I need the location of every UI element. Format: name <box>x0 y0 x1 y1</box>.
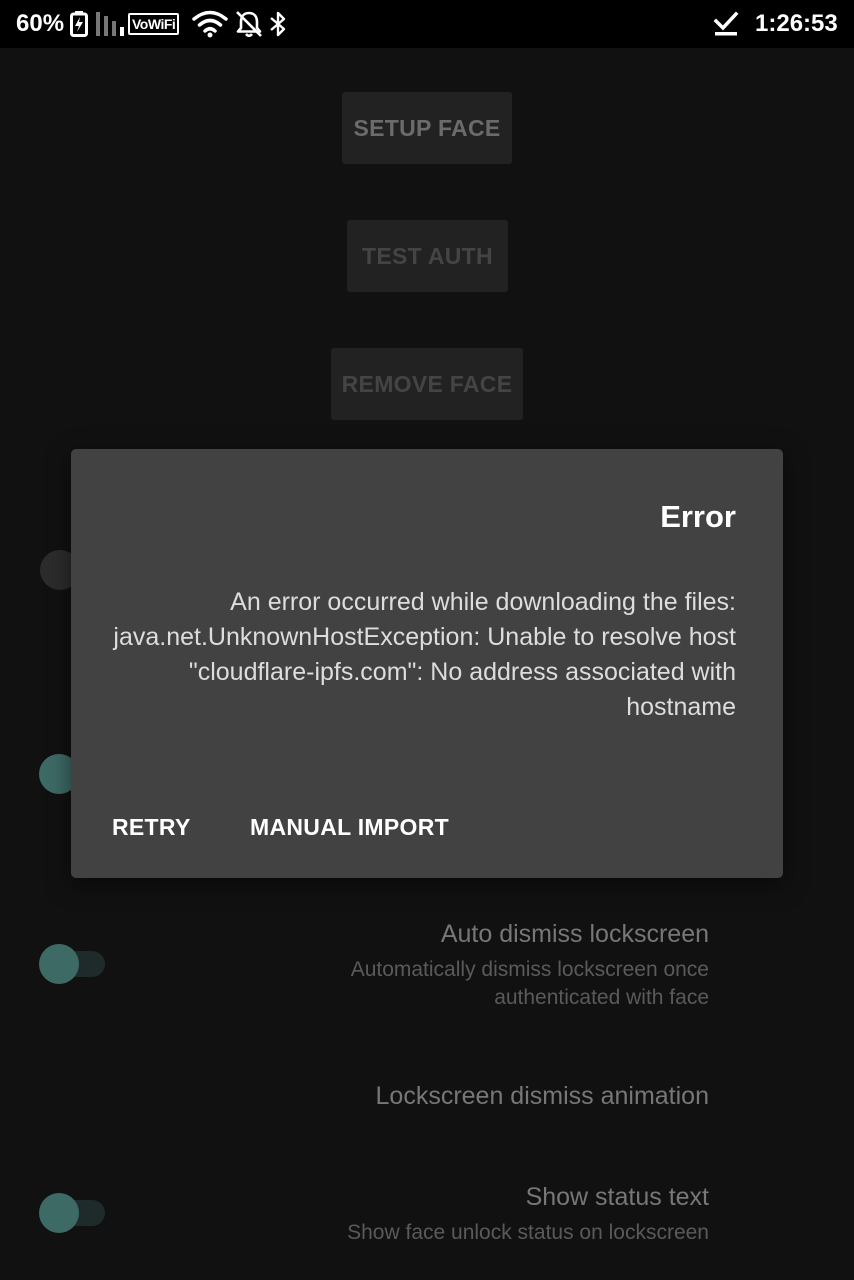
auto-dismiss-lockscreen-switch[interactable] <box>39 942 109 986</box>
test-auth-button[interactable]: TEST AUTH <box>347 220 508 292</box>
signal-strength-icon <box>95 0 127 48</box>
show-status-text-title: Show status text <box>525 1183 709 1211</box>
battery-percent: 60% <box>16 10 65 37</box>
show-status-text-summary: Show face unlock status on lockscreen <box>347 1221 709 1244</box>
auto-dismiss-lockscreen-summary-line-1: Automatically dismiss lockscreen once <box>350 958 709 981</box>
download-done-icon <box>713 0 739 48</box>
notifications-off-icon <box>234 0 264 48</box>
setup-face-button[interactable]: SETUP FACE <box>342 92 512 164</box>
dialog-message: An error occurred while downloading the … <box>113 588 736 721</box>
dialog-title: Error <box>660 499 736 534</box>
bluetooth-icon <box>268 0 288 48</box>
auto-dismiss-lockscreen-title: Auto dismiss lockscreen <box>440 920 709 948</box>
auto-dismiss-lockscreen-summary-line-2: authenticated with face <box>494 986 709 1009</box>
show-status-text-switch[interactable] <box>39 1191 109 1235</box>
clock: 1:26:53 <box>755 10 838 37</box>
remove-face-button[interactable]: REMOVE FACE <box>331 348 523 420</box>
retry-button[interactable]: RETRY <box>112 809 191 845</box>
lockscreen-dismiss-animation-title[interactable]: Lockscreen dismiss animation <box>376 1082 709 1111</box>
manual-import-button[interactable]: MANUAL IMPORT <box>250 809 449 845</box>
wifi-icon <box>192 0 228 48</box>
battery-charging-icon <box>70 0 88 48</box>
vowifi-icon: VoWiFi <box>128 13 180 35</box>
status-bar: 60% VoWiFi 1:26:53 <box>0 0 854 48</box>
error-dialog: Error An error occurred while downloadin… <box>71 449 783 878</box>
